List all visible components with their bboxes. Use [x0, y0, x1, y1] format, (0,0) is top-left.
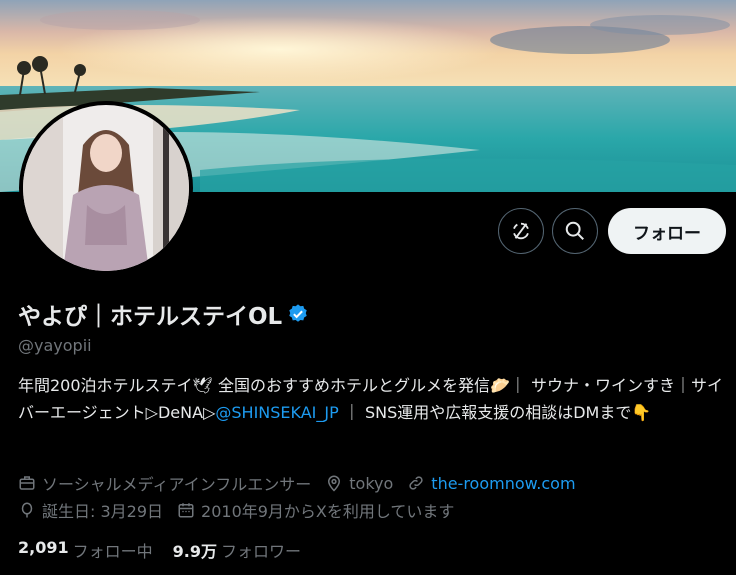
category-label: ソーシャルメディアインフルエンサー: [42, 475, 312, 494]
joined-label: 2010年9月からXを利用しています: [201, 502, 455, 521]
location-label: tokyo: [349, 473, 394, 493]
follow-stats: 2,091 フォロー中 9.9万 フォロワー: [18, 538, 321, 562]
profile-meta-row-1: ソーシャルメディアインフルエンサー tokyo the-roomnow.com: [18, 471, 590, 495]
birthday-item: 誕生日: 3月29日: [18, 498, 163, 522]
search-button[interactable]: [552, 208, 598, 254]
website-item[interactable]: the-roomnow.com: [407, 474, 576, 493]
bio-mention-link[interactable]: @SHINSEKAI_JP: [215, 403, 338, 422]
follow-button[interactable]: フォロー: [608, 208, 726, 254]
following-count: 2,091: [18, 538, 69, 557]
profile-bio: 年間200泊ホテルステイ🕊 全国のおすすめホテルとグルメを発信🥟｜ サウナ・ワイ…: [18, 372, 723, 426]
search-icon: [565, 221, 584, 240]
link-icon: [407, 474, 425, 492]
bio-text-2: ｜ SNS運用や広報支援の相談はDMまで👇: [338, 403, 652, 422]
calendar-icon: [177, 501, 195, 519]
avatar-image: [23, 105, 189, 271]
category-item: ソーシャルメディアインフルエンサー: [18, 471, 311, 495]
balloon-icon: [18, 501, 36, 519]
display-name: やよぴ｜ホテルステイOL: [18, 304, 283, 330]
birthday-label: 誕生日: 3月29日: [42, 502, 164, 521]
joined-item: 2010年9月からXを利用しています: [177, 498, 454, 522]
display-name-row: やよぴ｜ホテルステイOL: [18, 297, 309, 331]
followers-link[interactable]: 9.9万 フォロワー: [173, 538, 321, 562]
briefcase-icon: [18, 474, 36, 492]
following-label: フォロー中: [72, 542, 153, 561]
location-item: tokyo: [325, 474, 393, 493]
profile-meta-row-2: 誕生日: 3月29日 2010年9月からXを利用しています: [18, 498, 468, 522]
no-notification-icon: [513, 222, 529, 240]
website-link[interactable]: the-roomnow.com: [431, 474, 575, 493]
following-link[interactable]: 2,091 フォロー中: [18, 538, 173, 562]
avatar[interactable]: [19, 101, 193, 275]
followers-count: 9.9万: [172, 542, 217, 561]
verified-badge-icon[interactable]: [287, 303, 309, 325]
notification-toggle-button[interactable]: [498, 208, 544, 254]
location-pin-icon: [325, 474, 343, 492]
followers-label: フォロワー: [220, 542, 301, 561]
user-handle: @yayopii: [18, 336, 92, 355]
